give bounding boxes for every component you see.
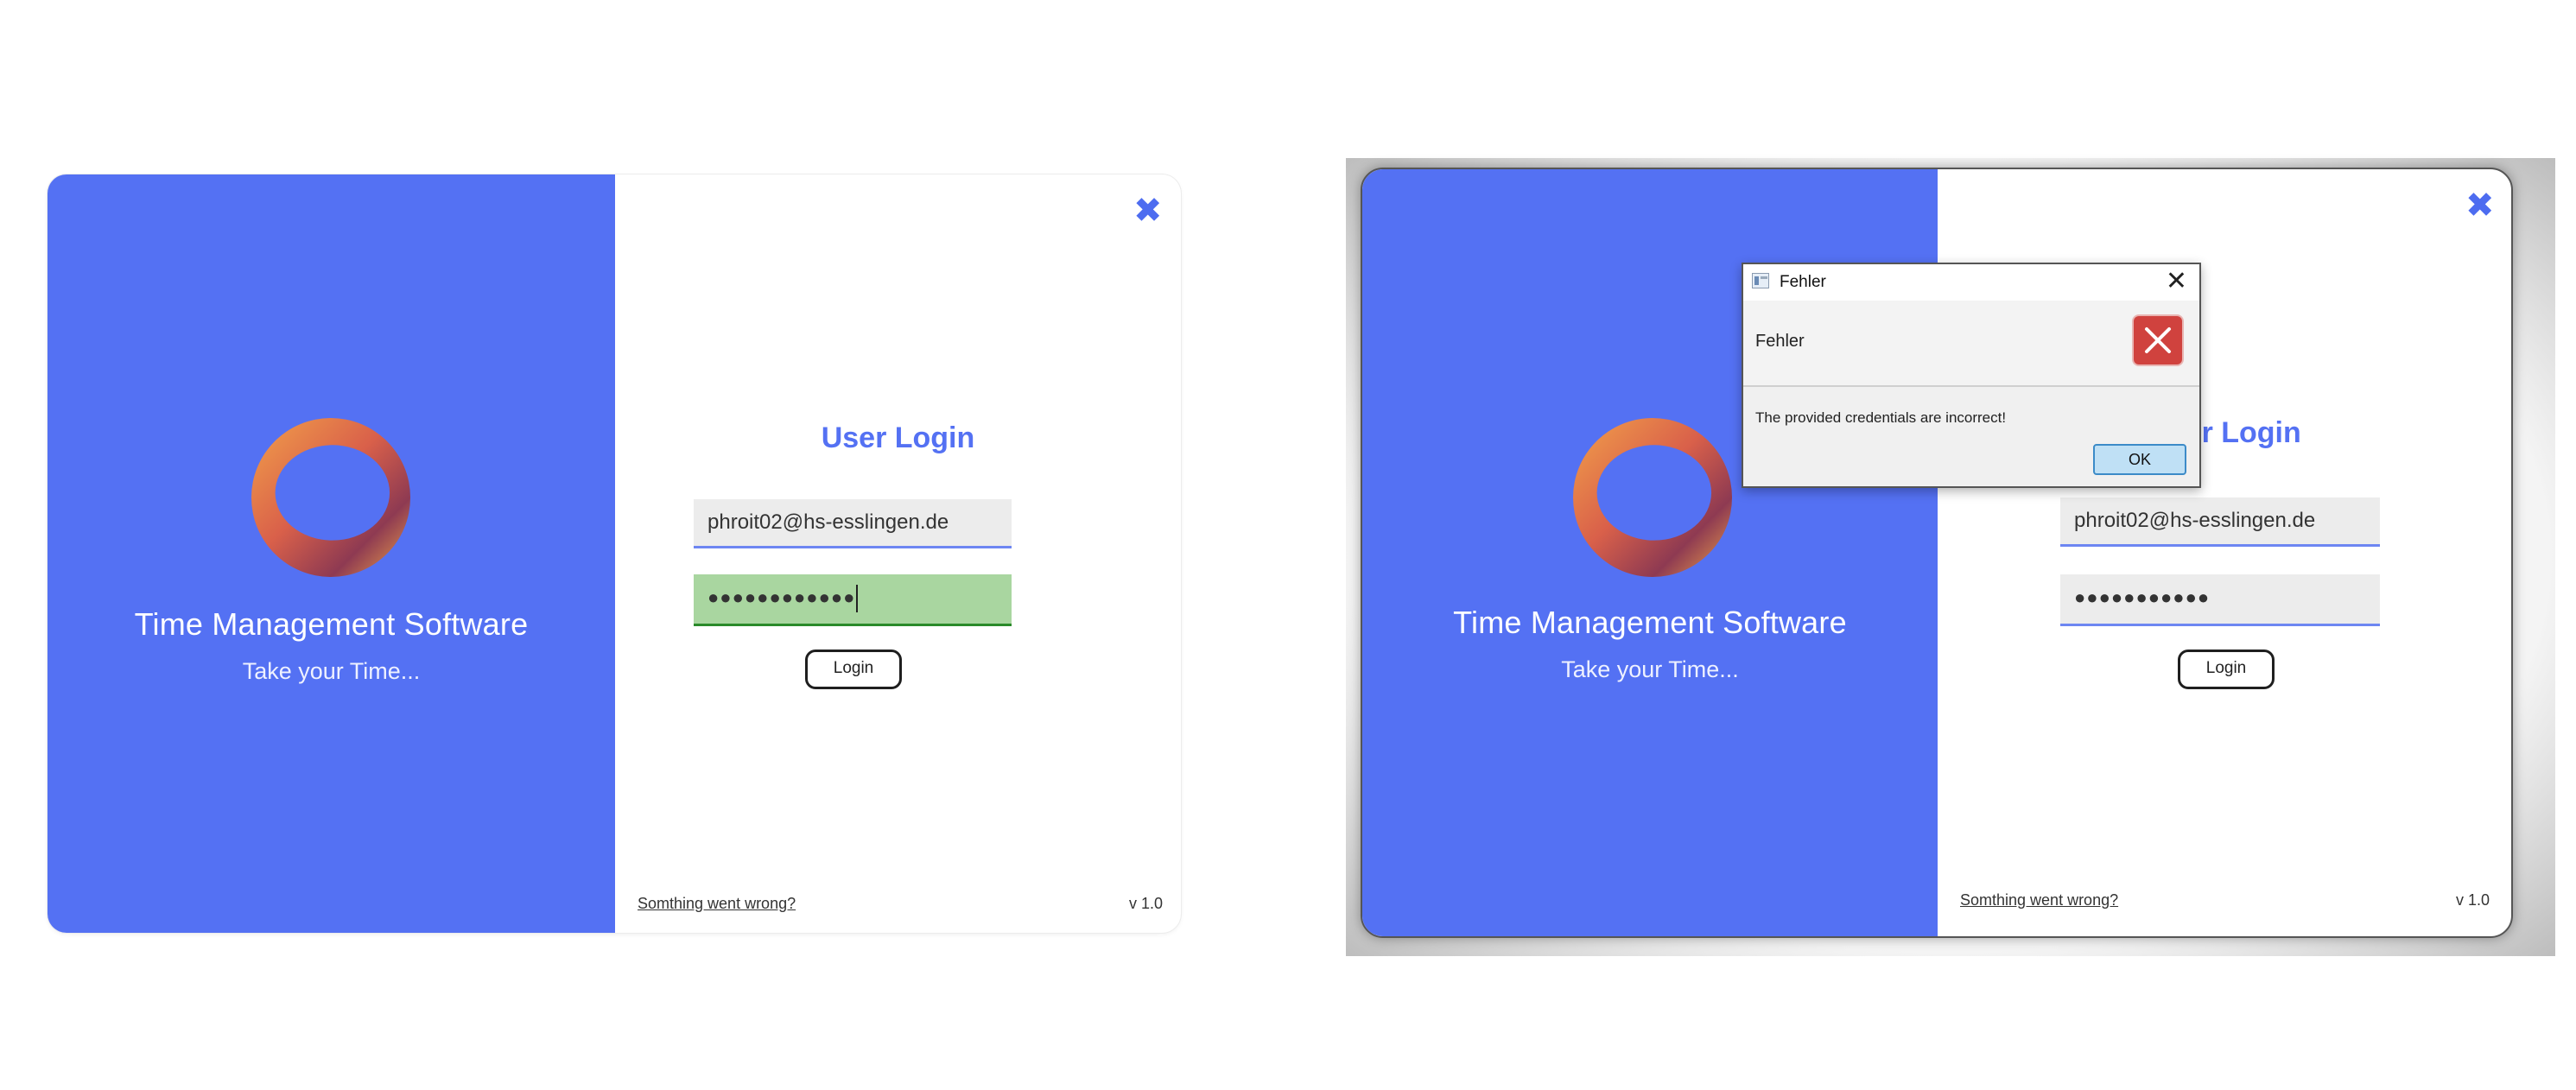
app-title: Time Management Software xyxy=(134,606,529,642)
brand-panel: Time Management Software Take your Time.… xyxy=(48,174,615,933)
help-link[interactable]: Somthing went wrong? xyxy=(1960,891,2118,909)
login-button[interactable]: Login xyxy=(2178,650,2275,689)
text-caret xyxy=(856,585,859,613)
ok-button[interactable]: OK xyxy=(2093,444,2186,475)
email-field[interactable]: phroit02@hs-esslingen.de xyxy=(2060,497,2380,547)
app-tagline: Take your Time... xyxy=(242,658,421,684)
error-icon xyxy=(2134,316,2182,364)
window-app-icon xyxy=(1752,273,1769,288)
password-field[interactable]: ●●●●●●●●●●● xyxy=(2060,574,2380,626)
app-logo xyxy=(251,418,410,577)
close-icon[interactable]: ✖ xyxy=(1133,193,1163,228)
app-tagline: Take your Time... xyxy=(1561,656,1739,682)
close-icon[interactable]: ✖ xyxy=(2465,188,2495,223)
email-field[interactable]: phroit02@hs-esslingen.de xyxy=(694,499,1012,548)
dialog-title: Fehler xyxy=(1780,273,1826,291)
password-field[interactable]: ●●●●●●●●●●●● xyxy=(694,574,1012,626)
help-link[interactable]: Somthing went wrong? xyxy=(638,895,796,913)
login-button[interactable]: Login xyxy=(805,650,902,689)
error-dialog: Fehler ✕ Fehler The provided credentials… xyxy=(1742,263,2201,488)
login-window-1: Time Management Software Take your Time.… xyxy=(48,174,1181,933)
password-dots: ●●●●●●●●●●●● xyxy=(707,586,856,608)
dialog-close-icon[interactable]: ✕ xyxy=(2166,266,2187,297)
dialog-message: The provided credentials are incorrect! xyxy=(1755,409,2007,426)
app-title: Time Management Software xyxy=(1453,605,1847,640)
dialog-titlebar[interactable]: Fehler ✕ xyxy=(1743,264,2199,301)
version-label: v 1.0 xyxy=(1129,895,1164,912)
dialog-header-text: Fehler xyxy=(1755,332,1805,351)
dialog-header: Fehler xyxy=(1743,301,2199,387)
app-logo xyxy=(1573,418,1732,577)
version-label: v 1.0 xyxy=(2456,891,2490,909)
login-title: User Login xyxy=(821,421,975,454)
